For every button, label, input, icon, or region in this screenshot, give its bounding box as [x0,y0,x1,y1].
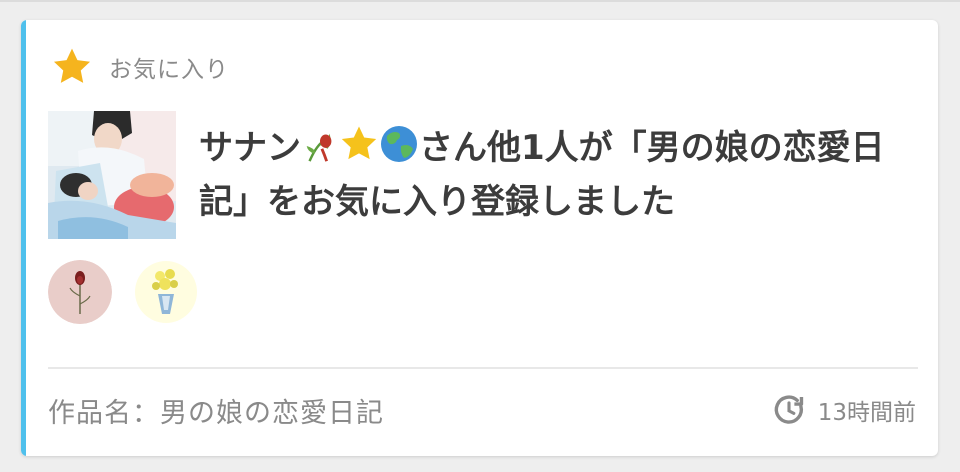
star-emoji-icon [341,126,377,160]
top-divider [0,0,960,2]
clock-icon [774,395,803,424]
card-accent-bar [21,20,26,456]
time-label: 13時間前 [817,400,916,426]
wilted-rose-icon [306,133,332,162]
globe-icon [381,126,417,162]
timestamp: 13時間前 [772,393,916,427]
favorite-notification-card[interactable]: お気に入り サナン さん他1人が「男の娘の恋愛日記」をお気に入り登録しました 作… [21,20,938,456]
work-thumbnail[interactable] [48,111,176,239]
card-header: お気に入り [51,45,229,89]
avatar-bouquet[interactable] [134,260,198,324]
user-name[interactable]: サナン [199,128,301,168]
avatar-rose[interactable] [48,260,112,324]
star-icon [53,48,91,83]
notification-message: サナン さん他1人が「男の娘の恋愛日記」をお気に入り登録しました [199,121,909,229]
card-divider [48,367,918,369]
header-label: お気に入り [109,57,229,83]
user-avatars [48,260,220,324]
work-title[interactable]: 作品名：男の娘の恋愛日記 [48,391,384,430]
